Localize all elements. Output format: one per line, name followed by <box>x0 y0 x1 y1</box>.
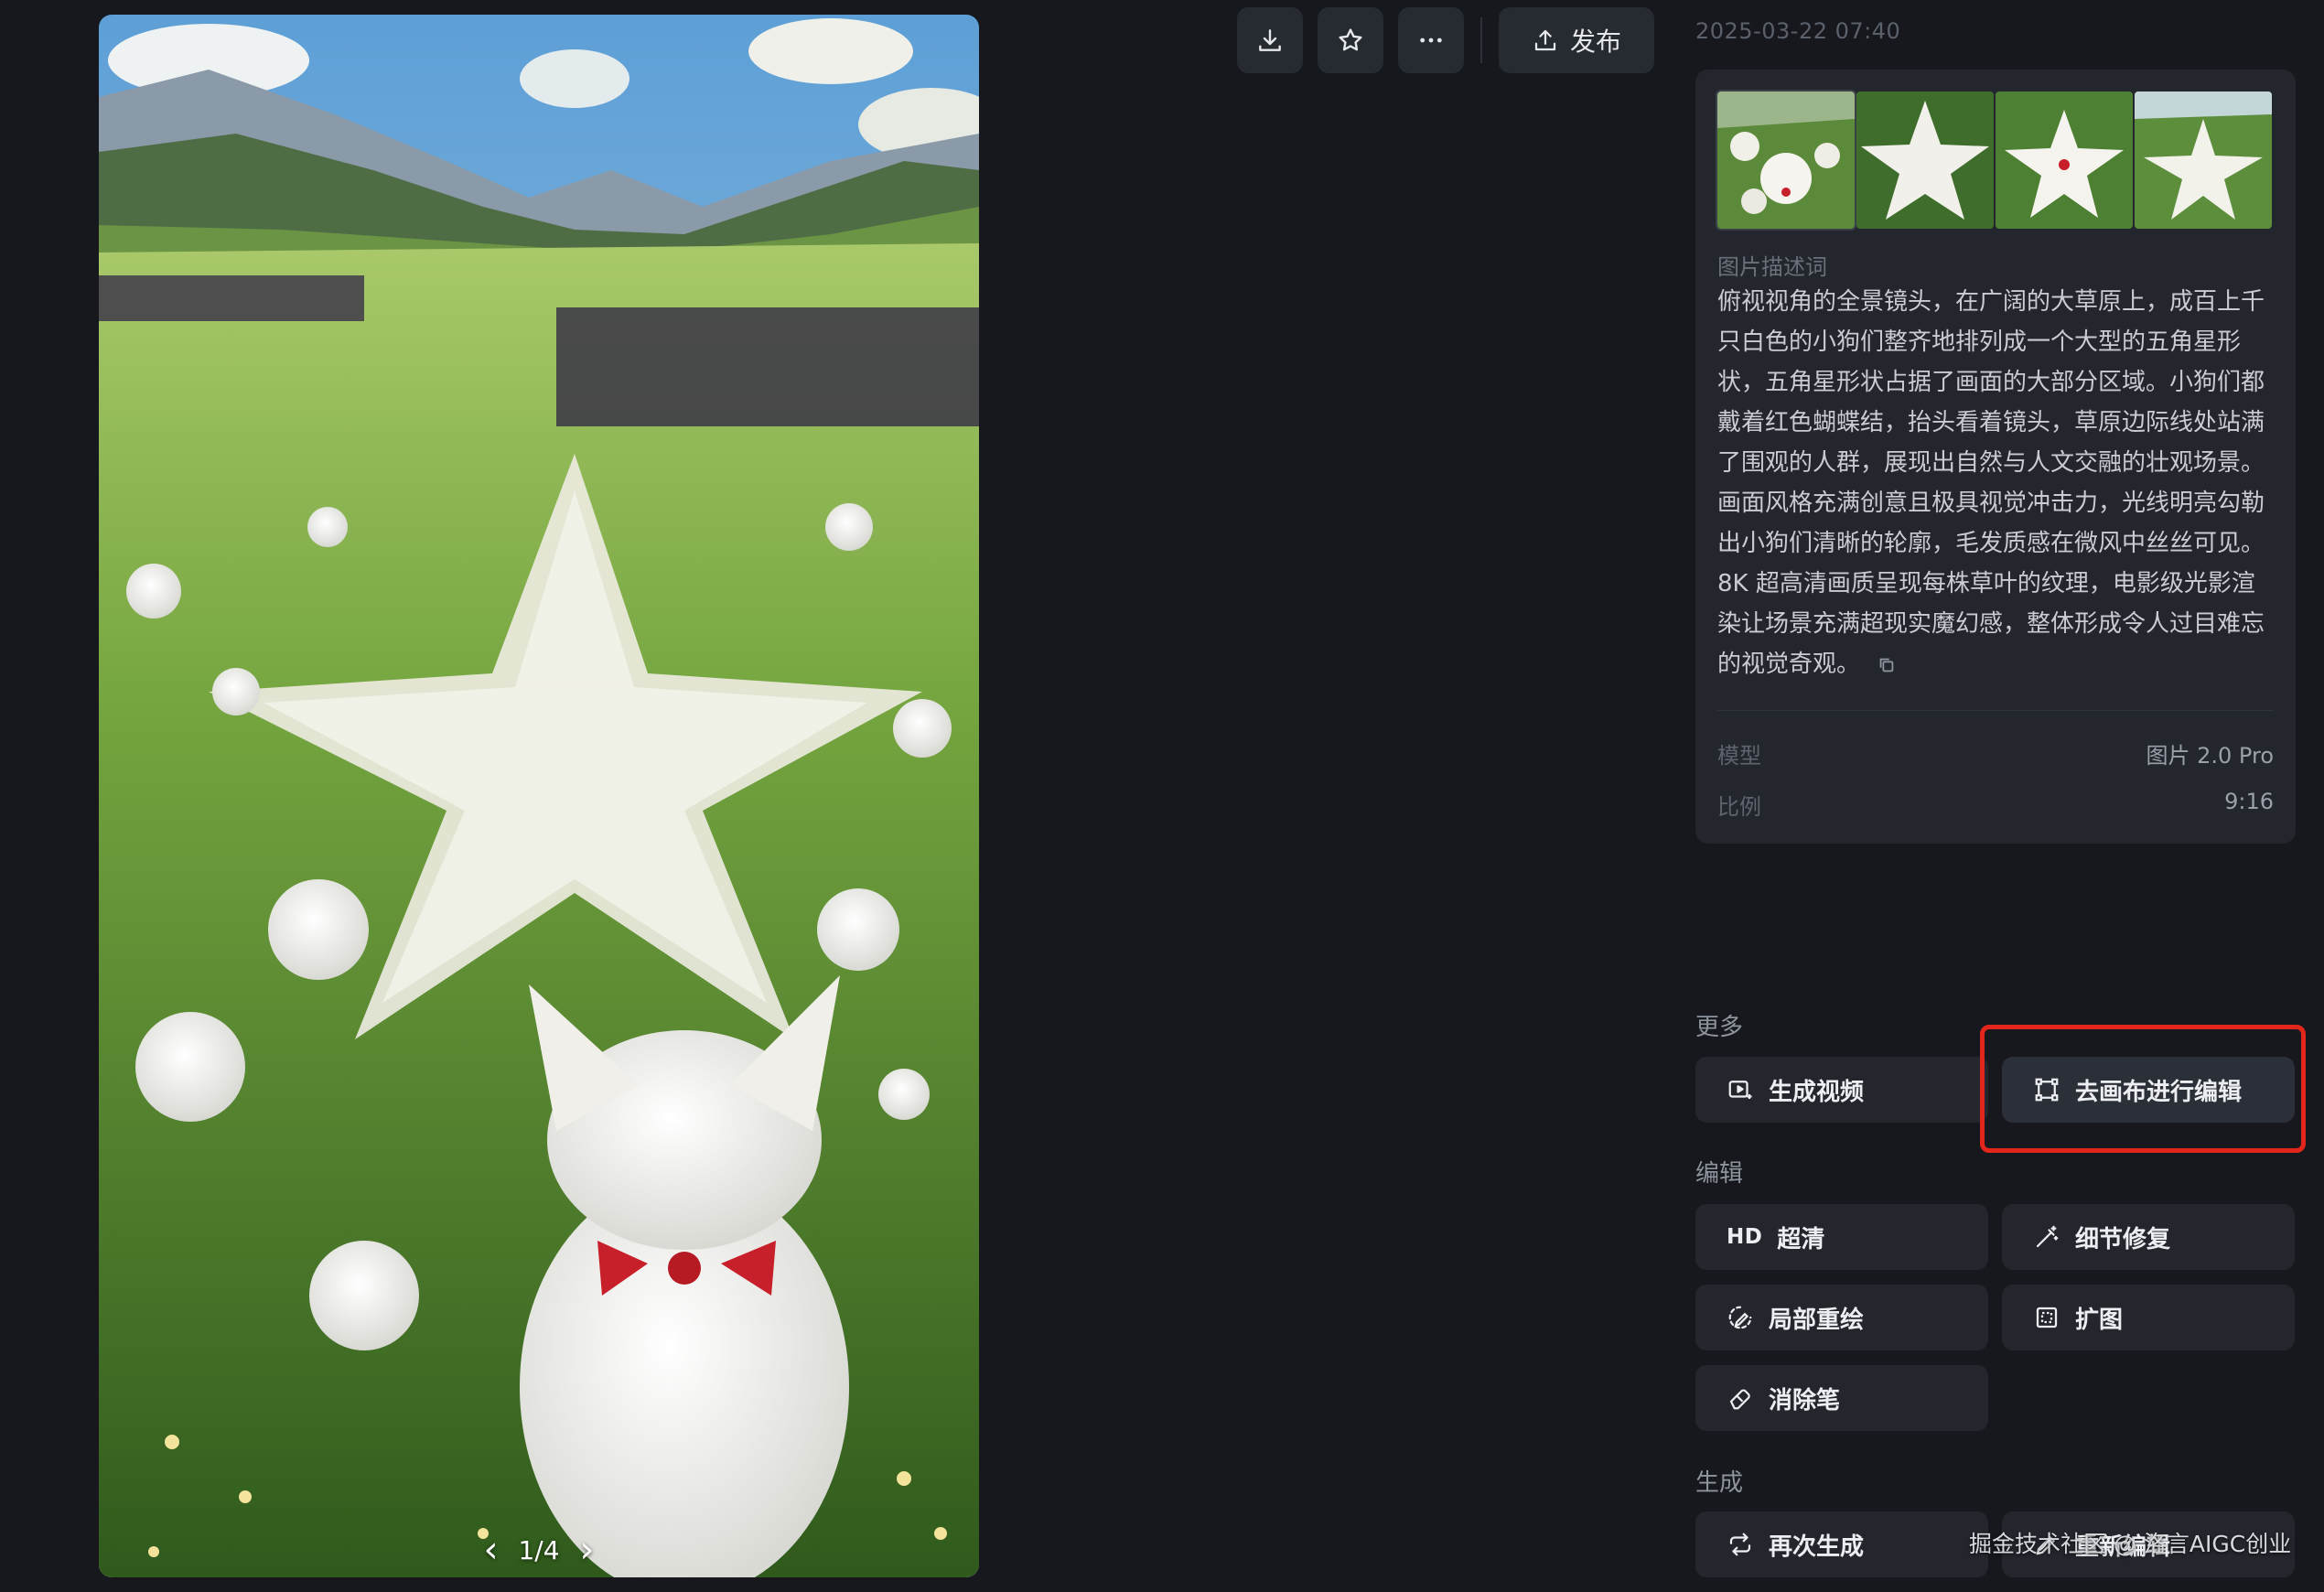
video-icon <box>1728 1081 1752 1099</box>
ratio-row: 比例 9:16 <box>1717 789 2274 821</box>
inpaint-button[interactable]: 局部重绘 <box>1695 1285 1988 1350</box>
description-label: 图片描述词 <box>1717 254 1827 280</box>
section-title-generate: 生成 <box>1695 1469 1744 1497</box>
ratio-value: 9:16 <box>2224 789 2274 814</box>
magic-wand-icon <box>2036 1225 2059 1248</box>
publish-label: 发布 <box>1570 27 1622 57</box>
thumbnail-image <box>1717 91 1855 229</box>
copy-icon[interactable] <box>1877 655 1897 675</box>
pager-count: 1/4 <box>518 1534 560 1565</box>
puppies-star-photo <box>99 15 979 1577</box>
thumbnail-image <box>1856 91 1994 229</box>
more-dots-icon <box>1420 38 1442 43</box>
regenerate-button[interactable]: 再次生成 <box>1695 1511 1988 1577</box>
thumbnail-image <box>1996 91 2133 229</box>
ratio-label: 比例 <box>1717 794 1761 820</box>
brush-circle-icon <box>1728 1306 1752 1329</box>
description-text: 俯视视角的全景镜头，在广阔的大草原上，成百上千只白色的小狗们整齐地排列成一个大型… <box>1717 282 2277 684</box>
generate-video-button[interactable]: 生成视频 <box>1695 1057 1988 1123</box>
download-icon <box>1259 29 1281 51</box>
canvas-edit-label: 去画布进行编辑 <box>2075 1078 2243 1106</box>
watermark-text: 掘金技术社区 @ 洛言AIGC创业 <box>1969 1531 2292 1557</box>
thumbnail-image <box>2135 91 2272 229</box>
model-value: 图片 2.0 Pro <box>2146 743 2275 769</box>
thumbnail-2[interactable] <box>1856 91 1994 229</box>
regenerate-label: 再次生成 <box>1769 1533 1865 1561</box>
expand-frame-icon <box>2036 1307 2058 1328</box>
inpaint-label: 局部重绘 <box>1769 1306 1865 1334</box>
model-label: 模型 <box>1717 743 1761 769</box>
thumbnail-4[interactable] <box>2135 91 2272 229</box>
thumbnail-1[interactable] <box>1716 90 1856 231</box>
main-image[interactable]: ‹ 1/4 › <box>99 15 979 1577</box>
canvas-icon <box>2035 1078 2059 1102</box>
creation-timestamp: 2025-03-22 07:40 <box>1695 18 1901 44</box>
generate-video-label: 生成视频 <box>1769 1078 1865 1106</box>
model-row: 模型 图片 2.0 Pro <box>1717 737 2274 769</box>
prev-image-arrow-icon[interactable]: ‹ <box>483 1532 498 1568</box>
favorite-button[interactable] <box>1318 7 1383 73</box>
publish-button[interactable]: 发布 <box>1499 7 1655 73</box>
detail-fix-label: 细节修复 <box>2075 1225 2171 1253</box>
more-options-button[interactable] <box>1398 7 1464 73</box>
upload-icon <box>1534 29 1556 51</box>
repeat-icon <box>1729 1533 1751 1556</box>
outpaint-label: 扩图 <box>2075 1306 2124 1334</box>
upscale-button[interactable]: HD 超清 <box>1695 1204 1988 1270</box>
canvas-edit-button[interactable]: 去画布进行编辑 <box>2002 1057 2295 1123</box>
info-divider <box>1717 710 2274 711</box>
eraser-button[interactable]: 消除笔 <box>1695 1365 1988 1431</box>
description-content: 俯视视角的全景镜头，在广阔的大草原上，成百上千只白色的小狗们整齐地排列成一个大型… <box>1717 288 2265 678</box>
image-detail-page: ‹ 1/4 › 发布 2025-03-22 07:40 图片描述词 俯视视角的全… <box>0 0 2324 1592</box>
star-icon <box>1339 28 1362 51</box>
image-info-card: 图片描述词 俯视视角的全景镜头，在广阔的大草原上，成百上千只白色的小狗们整齐地排… <box>1695 70 2296 844</box>
thumbnail-strip <box>1716 90 2272 231</box>
eraser-label: 消除笔 <box>1769 1386 1841 1415</box>
thumbnail-3[interactable] <box>1996 91 2133 229</box>
image-pager: ‹ 1/4 › <box>99 1532 979 1568</box>
eraser-icon <box>1729 1389 1750 1410</box>
section-title-edit: 编辑 <box>1695 1160 1744 1188</box>
detail-fix-button[interactable]: 细节修复 <box>2002 1204 2295 1270</box>
next-image-arrow-icon[interactable]: › <box>580 1532 595 1568</box>
section-title-more: 更多 <box>1695 1014 1744 1041</box>
outpaint-button[interactable]: 扩图 <box>2002 1285 2295 1350</box>
download-button[interactable] <box>1237 7 1303 73</box>
hd-icon: HD <box>1727 1225 1763 1249</box>
image-toolbar: 发布 <box>1237 7 1655 73</box>
upscale-label: 超清 <box>1777 1225 1825 1253</box>
toolbar-divider <box>1480 17 1482 63</box>
